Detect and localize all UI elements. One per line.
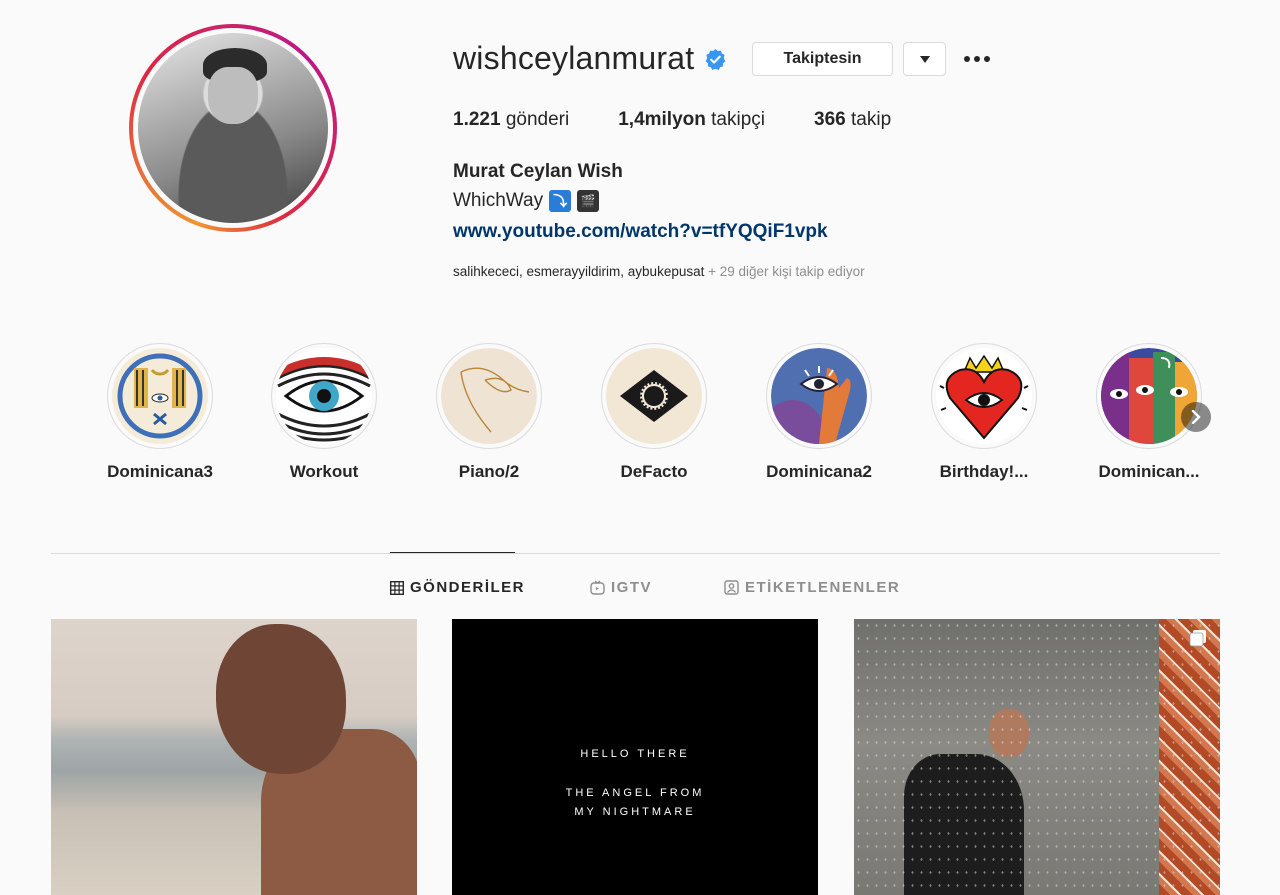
posts-count: 1.221 <box>453 109 501 130</box>
highlight-ring <box>931 343 1037 449</box>
followed-by-more: + 29 diğer kişi takip ediyor <box>704 264 865 279</box>
followed-by-text[interactable]: salihkececi, esmerayyildirim, aybukepusa… <box>453 264 865 279</box>
tab-igtv[interactable]: IGTV <box>590 579 652 596</box>
more-options-button[interactable] <box>962 48 992 70</box>
grid-icon <box>390 580 404 595</box>
followers-count: 1,4milyon <box>618 109 706 130</box>
tab-label: IGTV <box>611 579 653 596</box>
tabs-divider <box>51 553 1220 554</box>
hands-eye-highlight-icon <box>771 348 867 444</box>
highlight-label: Birthday!... <box>939 462 1029 481</box>
verified-badge-icon <box>705 48 726 71</box>
igtv-icon <box>590 580 605 595</box>
chevron-right-icon <box>1191 410 1201 424</box>
highlights-next-button[interactable] <box>1181 402 1211 432</box>
highlight-workout[interactable]: Workout <box>269 343 379 482</box>
triangle-down-icon <box>919 55 930 63</box>
highlight-ring <box>107 343 213 449</box>
moon-hands-highlight-icon <box>112 348 208 444</box>
heart-eye-highlight-icon <box>936 348 1032 444</box>
followers-stat[interactable]: 1,4milyon takipçi <box>618 109 765 131</box>
tab-tagged[interactable]: ETİKETLENENLER <box>724 579 900 596</box>
post-text-line: THE ANGEL FROM <box>565 787 705 799</box>
arrow-down-emoji-icon: ⤵ <box>549 190 572 212</box>
profile-full-name: Murat Ceylan Wish <box>453 161 623 182</box>
highlight-piano2[interactable]: Piano/2 <box>434 343 544 482</box>
highlight-ring <box>766 343 872 449</box>
post-text-line: MY NIGHTMARE <box>574 806 696 818</box>
highlight-birthday[interactable]: Birthday!... <box>929 343 1039 482</box>
post-thumbnail[interactable] <box>854 619 1220 895</box>
highlight-defacto[interactable]: DeFacto <box>599 343 709 482</box>
highlight-label: DeFacto <box>620 462 688 481</box>
following-stat[interactable]: 366 takip <box>814 109 891 131</box>
highlight-ring <box>271 343 377 449</box>
profile-username: wishceylanmurat <box>453 40 695 76</box>
highlight-label: Piano/2 <box>458 462 520 481</box>
posts-stat: 1.221 gönderi <box>453 109 569 131</box>
tab-label: GÖNDERİLER <box>410 579 526 596</box>
avatar-border <box>133 28 333 228</box>
posts-label: gönderi <box>505 109 570 130</box>
profile-avatar <box>138 33 328 223</box>
profile-website-link[interactable]: www.youtube.com/watch?v=tfYQQiF1vpk <box>453 221 828 243</box>
story-highlights-row: Dominicana3 Workout Piano/2 DeFacto Domi… <box>0 343 1280 493</box>
post-photo-rain <box>854 619 1220 895</box>
highlight-label: Dominican... <box>1098 462 1200 481</box>
highlight-ring <box>1096 343 1202 449</box>
following-count: 366 <box>814 109 846 130</box>
following-label: takip <box>851 109 892 130</box>
clapperboard-emoji-icon: 🎬 <box>577 190 600 212</box>
highlight-label: Dominicana2 <box>766 462 872 481</box>
bio-text: WhichWay <box>453 190 544 211</box>
following-button[interactable]: Takiptesin <box>752 42 893 76</box>
striped-eye-highlight-icon <box>276 348 372 444</box>
profile-bio: WhichWay ⤵ 🎬 <box>453 190 600 212</box>
dot-icon <box>974 56 980 62</box>
profile-avatar-story-ring[interactable] <box>129 24 337 232</box>
black-eye-highlight-icon <box>606 348 702 444</box>
highlight-dominicana3[interactable]: Dominicana3 <box>105 343 215 482</box>
followed-by-names: salihkececi, esmerayyildirim, aybukepusa… <box>453 264 705 279</box>
colorful-eyes-highlight-icon <box>1101 348 1197 444</box>
highlight-ring <box>436 343 542 449</box>
line-drawing-highlight-icon <box>441 348 537 444</box>
post-photo-head <box>216 624 346 774</box>
profile-stats: 1.221 gönderi 1,4milyon takipçi 366 taki… <box>453 109 940 131</box>
post-thumbnail[interactable] <box>51 619 417 895</box>
highlight-label: Workout <box>289 462 359 481</box>
carousel-multi-icon <box>1189 630 1206 647</box>
tagged-icon <box>724 580 739 595</box>
dot-icon <box>984 56 990 62</box>
post-text-line: HELLO THERE <box>580 748 690 760</box>
tab-label: ETİKETLENENLER <box>745 579 901 596</box>
dot-icon <box>964 56 970 62</box>
avatar-face <box>208 67 258 125</box>
highlight-dominicana2[interactable]: Dominicana2 <box>764 343 874 482</box>
followers-label: takipçi <box>711 109 766 130</box>
active-tab-indicator <box>390 552 515 553</box>
tab-posts[interactable]: GÖNDERİLER <box>390 579 525 596</box>
suggested-accounts-dropdown-button[interactable] <box>903 42 946 76</box>
post-thumbnail[interactable]: HELLO THERE THE ANGEL FROM MY NIGHTMARE <box>452 619 818 895</box>
highlight-label: Dominicana3 <box>107 462 213 481</box>
highlight-ring <box>601 343 707 449</box>
